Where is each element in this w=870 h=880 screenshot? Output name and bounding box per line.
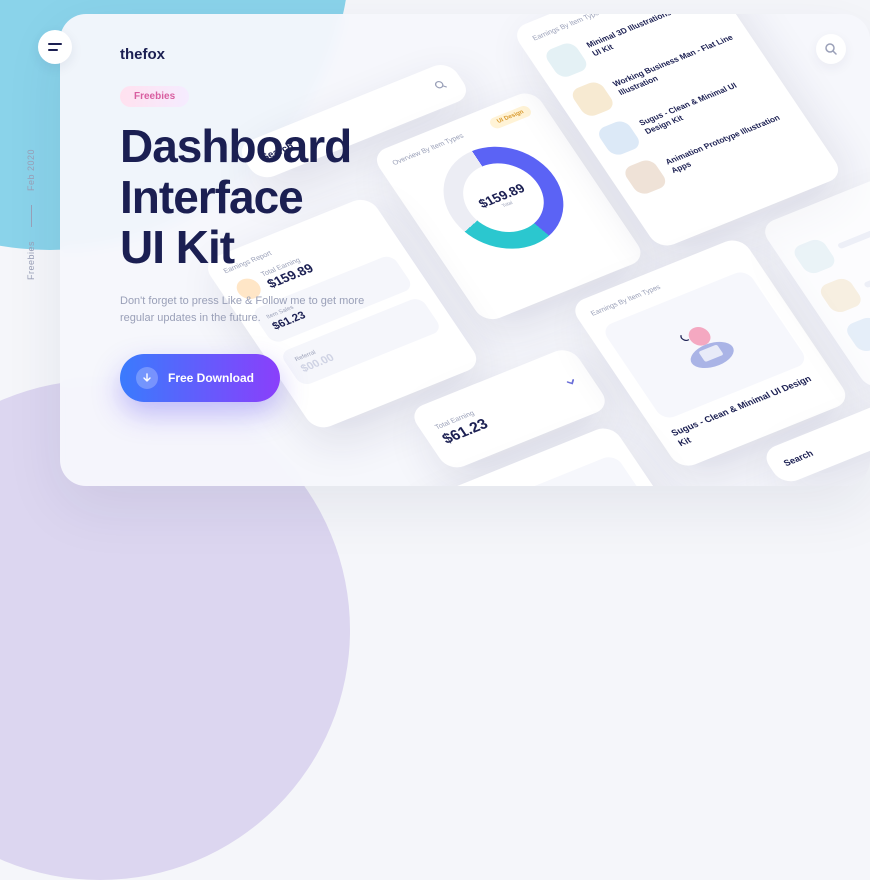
- search-icon: [825, 43, 837, 55]
- menu-button[interactable]: [38, 30, 72, 64]
- page-title: Dashboard Interface UI Kit: [120, 121, 460, 273]
- hero-badge: Freebies: [120, 86, 189, 107]
- main-panel: thefox Freebies Dashboard Interface UI K…: [60, 14, 870, 486]
- thumb-icon: [621, 158, 669, 197]
- brand-logo[interactable]: thefox: [120, 46, 165, 63]
- chevron-down-icon: [561, 374, 582, 394]
- search-label-2: Search: [782, 448, 816, 468]
- download-button[interactable]: Free Download: [120, 354, 280, 402]
- thumb-icon: [595, 119, 643, 158]
- side-label-date: Feb 2020: [26, 149, 36, 191]
- menu-icon: [48, 42, 62, 52]
- download-icon: [136, 367, 158, 389]
- thumb-icon: [542, 41, 590, 80]
- thumb-icon: [569, 80, 617, 119]
- hero: Freebies Dashboard Interface UI Kit Don'…: [120, 86, 460, 402]
- search-button[interactable]: [816, 34, 846, 64]
- side-meta: Freebies Feb 2020: [26, 149, 36, 280]
- download-label: Free Download: [168, 371, 254, 385]
- donut-badge: UI Design: [488, 104, 533, 130]
- side-label-freebies: Freebies: [26, 241, 36, 280]
- hero-subtitle: Don't forget to press Like & Follow me t…: [120, 293, 400, 328]
